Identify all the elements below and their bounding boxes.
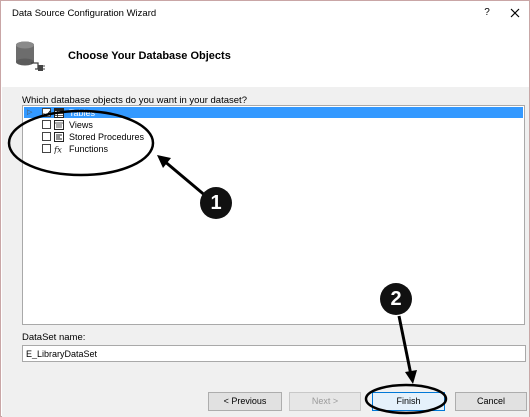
objects-tree[interactable]: ▷ Tables Views Stored Procedures fx Func… — [22, 105, 525, 325]
stored-procedures-checkbox[interactable] — [42, 132, 51, 141]
wizard-window: Data Source Configuration Wizard ? Choos… — [0, 0, 530, 417]
functions-checkbox[interactable] — [42, 144, 51, 153]
tree-item-label: Tables — [69, 107, 96, 118]
dataset-name-input[interactable] — [22, 345, 526, 362]
previous-button[interactable]: < Previous — [208, 392, 282, 411]
tree-item-label: Views — [69, 119, 93, 130]
tree-item-label: Stored Procedures — [69, 131, 145, 142]
view-icon — [54, 119, 64, 130]
window-title: Data Source Configuration Wizard — [12, 8, 157, 19]
tree-item-label: Functions — [69, 143, 109, 154]
page-heading: Choose Your Database Objects — [68, 50, 231, 62]
annotation-number-1: 1 — [210, 192, 222, 214]
dataset-name-label: DataSet name: — [22, 332, 86, 343]
cancel-button[interactable]: Cancel — [455, 392, 527, 411]
tree-item-functions[interactable]: fx Functions — [27, 143, 110, 154]
next-button[interactable]: Next > — [289, 392, 361, 411]
table-icon — [54, 107, 64, 118]
finish-button[interactable]: Finish — [372, 392, 445, 411]
tree-item-views[interactable]: Views — [27, 119, 95, 130]
annotation-number-2: 2 — [390, 288, 402, 310]
views-checkbox[interactable] — [42, 120, 51, 129]
tree-item-stored-procedures[interactable]: Stored Procedures — [27, 131, 146, 142]
database-icon — [16, 41, 45, 71]
function-icon: fx — [54, 145, 62, 154]
wizard-header: Choose Your Database Objects — [1, 25, 529, 87]
stored-procedure-icon — [54, 131, 64, 142]
selection-highlight — [24, 107, 523, 118]
close-icon — [510, 8, 520, 18]
close-button[interactable] — [507, 5, 523, 21]
svg-text:fx: fx — [54, 145, 62, 154]
tables-checkbox[interactable] — [42, 108, 51, 117]
tree-item-tables[interactable]: ▷ Tables — [27, 107, 97, 118]
help-button[interactable]: ? — [479, 5, 495, 21]
expand-icon[interactable]: ▷ — [27, 107, 35, 118]
title-bar: Data Source Configuration Wizard ? — [1, 1, 529, 25]
